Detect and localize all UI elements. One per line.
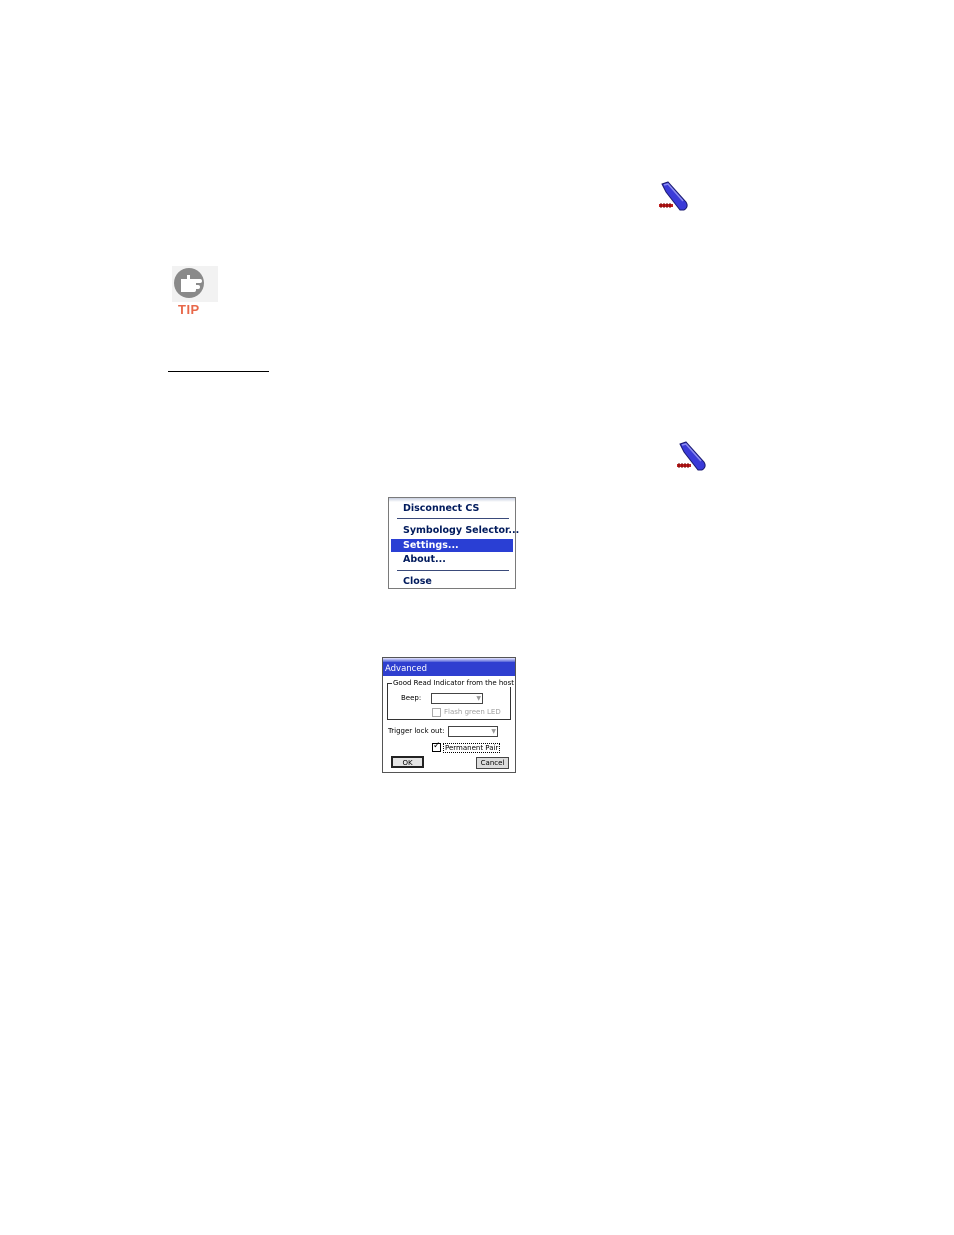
menu-separator <box>397 518 509 519</box>
chevron-down-icon: ▼ <box>491 728 496 735</box>
menu-item-settings[interactable]: Settings... <box>391 539 513 552</box>
dialog-title: Advanced <box>383 662 515 676</box>
permanent-pair-checkbox[interactable]: ✓ <box>432 741 441 752</box>
cancel-button[interactable]: Cancel <box>476 757 509 769</box>
beep-label: Beep: <box>401 694 422 702</box>
flash-led-label: Flash green LED <box>444 708 501 716</box>
scanner-icon <box>659 181 688 211</box>
heading-underline <box>168 371 269 372</box>
tip-icon: TIP <box>172 266 218 318</box>
menu-item-about[interactable]: About... <box>391 553 513 566</box>
menu-separator <box>397 570 509 571</box>
trigger-lockout-dropdown[interactable]: ▼ <box>448 726 498 737</box>
tip-label: TIP <box>178 302 200 317</box>
menu-item-symbology-selector[interactable]: Symbology Selector... <box>391 524 519 537</box>
beep-dropdown[interactable]: ▼ <box>431 693 483 704</box>
hand-pointing-icon <box>172 266 218 302</box>
menu-item-disconnect-cs[interactable]: Disconnect CS <box>391 502 513 515</box>
group-label: Good Read Indicator from the host <box>392 679 515 687</box>
chevron-down-icon: ▼ <box>476 695 481 702</box>
context-menu: Disconnect CS Symbology Selector... Sett… <box>388 497 519 589</box>
ok-button[interactable]: OK <box>391 756 424 768</box>
permanent-pair-label: Permanent Pair <box>443 743 501 753</box>
flash-led-checkbox[interactable] <box>432 708 441 717</box>
scanner-icon <box>677 441 706 471</box>
good-read-indicator-group: Good Read Indicator from the host Beep: … <box>387 679 515 720</box>
menu-item-close[interactable]: Close <box>391 575 513 588</box>
check-icon: ✓ <box>433 741 441 751</box>
advanced-dialog: Advanced Good Read Indicator from the ho… <box>382 657 516 773</box>
trigger-lockout-label: Trigger lock out: <box>388 727 445 735</box>
